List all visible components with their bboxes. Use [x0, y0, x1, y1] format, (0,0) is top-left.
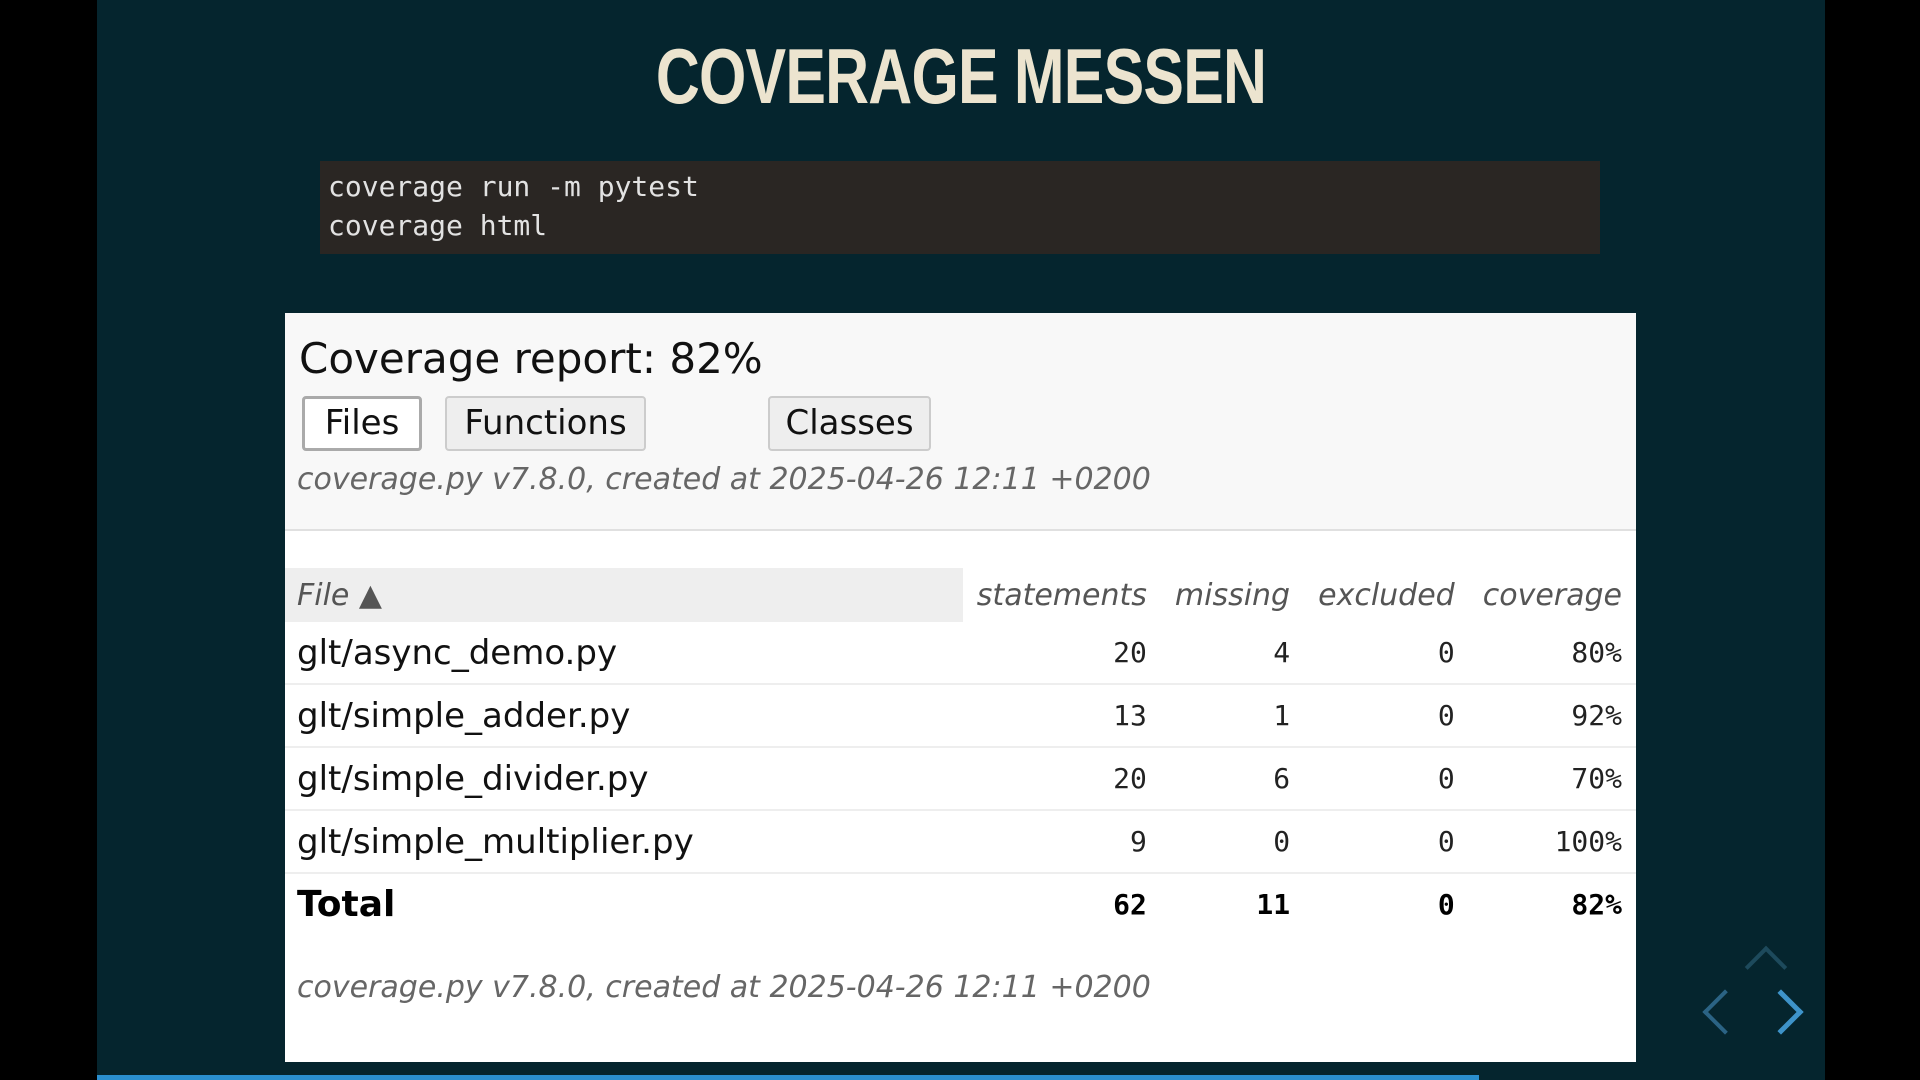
chevron-up-icon[interactable] — [1744, 945, 1788, 989]
statements-cell: 13 — [962, 684, 1161, 748]
tab-files[interactable]: Files — [302, 396, 422, 451]
coverage-cell: 80% — [1468, 622, 1636, 685]
column-header-statements[interactable]: statements — [963, 568, 1161, 622]
table-row: glt/async_demo.py 20 4 0 80% — [285, 622, 1636, 685]
column-header-missing[interactable]: missing — [1161, 568, 1304, 622]
tab-functions[interactable]: Functions — [445, 396, 646, 451]
chevron-right-icon[interactable] — [1758, 989, 1804, 1035]
slide-title: COVERAGE MESSEN — [655, 32, 1267, 120]
table-row: glt/simple_adder.py 13 1 0 92% — [285, 684, 1636, 748]
missing-cell: 6 — [1160, 747, 1305, 811]
statements-cell: 20 — [962, 747, 1161, 811]
report-created-info: coverage.py v7.8.0, created at 2025-04-2… — [297, 462, 1151, 497]
code-line: coverage run -m pytest — [328, 170, 699, 203]
file-link[interactable]: glt/async_demo.py — [285, 622, 963, 685]
statements-cell: 9 — [962, 810, 1161, 874]
coverage-report-screenshot: Coverage report: 82% Files Functions Cla… — [285, 313, 1636, 1062]
slide-progress-bar — [97, 1075, 1825, 1080]
column-header-file[interactable]: File ▲ — [285, 568, 963, 622]
total-missing: 11 — [1256, 888, 1291, 921]
statements-cell: 20 — [962, 622, 1161, 685]
missing-cell: 0 — [1160, 810, 1305, 874]
code-block: coverage run -m pytest coverage html — [320, 161, 1600, 254]
report-title: Coverage report: 82% — [299, 334, 763, 383]
excluded-cell: 0 — [1304, 810, 1469, 874]
total-excluded: 0 — [1437, 888, 1455, 921]
file-link[interactable]: glt/simple_divider.py — [285, 747, 963, 811]
total-coverage: 82% — [1571, 888, 1622, 921]
table-row: glt/simple_divider.py 20 6 0 70% — [285, 747, 1636, 811]
coverage-table: File ▲ statements missing excluded cover… — [285, 568, 1636, 935]
table-header-row: File ▲ statements missing excluded cover… — [285, 568, 1636, 622]
table-row: glt/simple_multiplier.py 9 0 0 100% — [285, 810, 1636, 874]
total-row: Total 62 11 0 82% — [285, 873, 1636, 935]
missing-cell: 1 — [1160, 684, 1305, 748]
slide: COVERAGE MESSEN coverage run -m pytest c… — [97, 0, 1825, 1080]
column-header-coverage[interactable]: coverage — [1469, 568, 1636, 622]
coverage-cell: 100% — [1468, 810, 1636, 874]
column-header-excluded[interactable]: excluded — [1304, 568, 1469, 622]
excluded-cell: 0 — [1304, 622, 1469, 685]
coverage-cell: 92% — [1468, 684, 1636, 748]
tab-classes[interactable]: Classes — [768, 396, 931, 451]
slide-progress-fill — [97, 1075, 1480, 1080]
excluded-cell: 0 — [1304, 747, 1469, 811]
code-line: coverage html — [328, 209, 548, 242]
report-header: Coverage report: 82% Files Functions Cla… — [285, 313, 1636, 531]
total-label: Total — [297, 884, 396, 925]
file-link[interactable]: glt/simple_multiplier.py — [285, 810, 963, 874]
total-statements: 62 — [1113, 888, 1147, 921]
chevron-left-icon[interactable] — [1702, 989, 1748, 1035]
report-footer-info: coverage.py v7.8.0, created at 2025-04-2… — [297, 970, 1151, 1005]
excluded-cell: 0 — [1304, 684, 1469, 748]
coverage-cell: 70% — [1468, 747, 1636, 811]
file-link[interactable]: glt/simple_adder.py — [285, 684, 963, 748]
missing-cell: 4 — [1160, 622, 1305, 685]
